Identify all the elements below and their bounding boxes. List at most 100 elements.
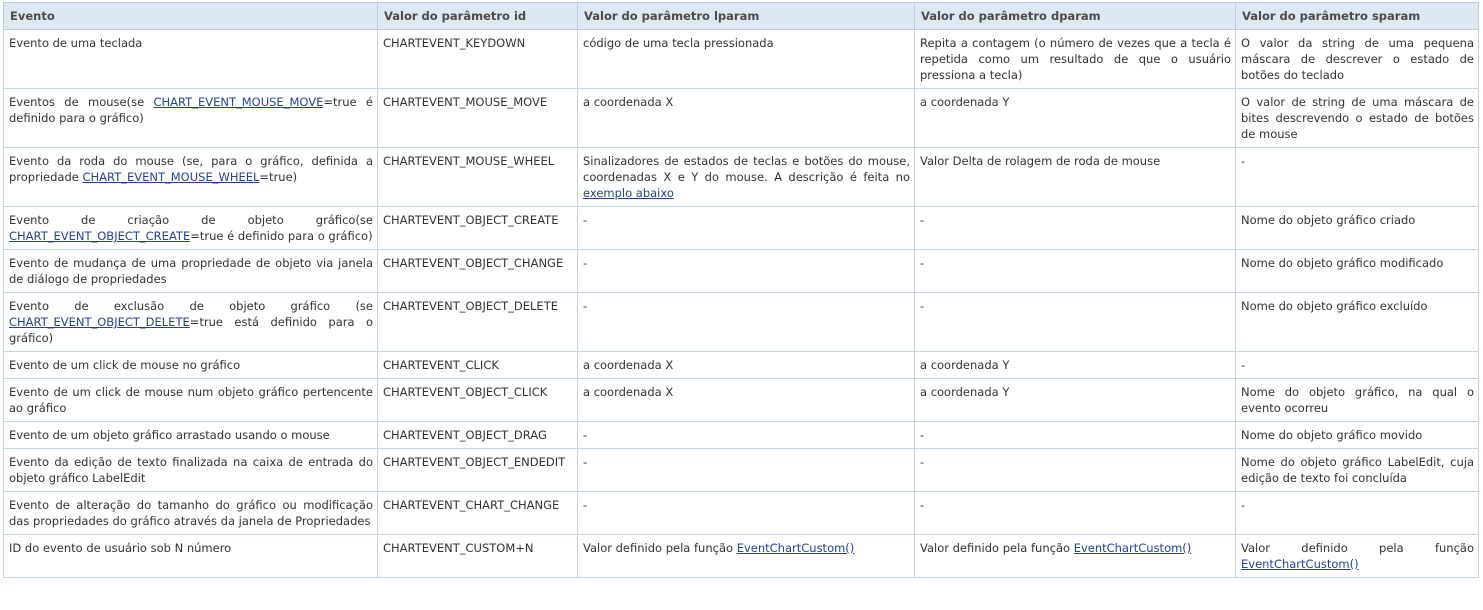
header-evento: Evento: [3, 2, 378, 30]
cell-text: Evento de um click de mouse no gráfico: [9, 358, 241, 372]
cell-text: ID do evento de usuário sob N número: [9, 541, 232, 555]
cell-text: Evento de exclusão de objeto gráfico (se: [9, 299, 373, 313]
table-row: Evento de criação de objeto gráfico(se C…: [3, 206, 1479, 250]
doc-link[interactable]: CHART_EVENT_MOUSE_MOVE: [153, 95, 323, 109]
cell-text: a coordenada X: [583, 358, 674, 372]
cell-dparam: Valor definido pela função EventChartCus…: [914, 534, 1236, 578]
cell-dparam: -: [914, 448, 1236, 492]
cell-lparam: -: [577, 206, 915, 250]
cell-text: Evento de um click de mouse num objeto g…: [9, 385, 373, 415]
doc-link[interactable]: EventChartCustom(): [1074, 541, 1192, 555]
cell-id: CHARTEVENT_MOUSE_MOVE: [377, 88, 578, 148]
cell-text: a coordenada Y: [920, 95, 1010, 109]
doc-link[interactable]: CHART_EVENT_MOUSE_WHEEL: [83, 170, 260, 184]
header-sparam: Valor do parâmetro sparam: [1235, 2, 1479, 30]
header-lparam: Valor do parâmetro lparam: [577, 2, 915, 30]
cell-lparam: -: [577, 491, 915, 535]
doc-link[interactable]: exemplo abaixo: [583, 186, 674, 200]
cell-text: -: [920, 455, 925, 469]
cell-lparam: -: [577, 448, 915, 492]
cell-text: Repita a contagem (o número de vezes que…: [920, 36, 1231, 82]
cell-dparam: -: [914, 292, 1236, 352]
doc-link[interactable]: EventChartCustom(): [1241, 557, 1359, 571]
cell-text: Nome do objeto gráfico LabelEdit, cuja e…: [1241, 455, 1474, 485]
cell-text: -: [920, 498, 925, 512]
cell-text: -: [583, 256, 588, 270]
cell-id: CHARTEVENT_CUSTOM+N: [377, 534, 578, 578]
cell-dparam: -: [914, 491, 1236, 535]
cell-sparam: O valor de string de uma máscara de bite…: [1235, 88, 1479, 148]
cell-text: Valor Delta de rolagem de roda de mouse: [920, 154, 1161, 168]
table-row: Evento de um click de mouse no gráfico CH…: [3, 351, 1479, 379]
cell-sparam: -: [1235, 351, 1479, 379]
cell-dparam: a coordenada Y: [914, 88, 1236, 148]
cell-dparam: -: [914, 421, 1236, 449]
cell-text: Evento da edição de texto finalizada na …: [9, 455, 373, 485]
cell-evento: Evento de exclusão de objeto gráfico (se…: [3, 292, 378, 352]
cell-evento: Evento de um objeto gráfico arrastado us…: [3, 421, 378, 449]
cell-id: CHARTEVENT_KEYDOWN: [377, 29, 578, 89]
cell-lparam: -: [577, 292, 915, 352]
table-row: Evento de um objeto gráfico arrastado us…: [3, 421, 1479, 449]
doc-link[interactable]: EventChartCustom(): [737, 541, 855, 555]
cell-text: -: [583, 299, 588, 313]
cell-id: CHARTEVENT_MOUSE_WHEEL: [377, 147, 578, 207]
cell-text: -: [583, 213, 588, 227]
cell-id: CHARTEVENT_OBJECT_DELETE: [377, 292, 578, 352]
cell-sparam: Nome do objeto gráfico, na qual o evento…: [1235, 378, 1479, 422]
cell-sparam: -: [1235, 491, 1479, 535]
cell-text: -: [583, 455, 588, 469]
cell-lparam: a coordenada X: [577, 351, 915, 379]
cell-sparam: -: [1235, 147, 1479, 207]
cell-text: -: [1241, 154, 1246, 168]
cell-sparam: Nome do objeto gráfico criado: [1235, 206, 1479, 250]
cell-dparam: Valor Delta de rolagem de roda de mouse: [914, 147, 1236, 207]
table-row: Eventos de mouse(se CHART_EVENT_MOUSE_MO…: [3, 88, 1479, 148]
cell-sparam: O valor da string de uma pequena máscara…: [1235, 29, 1479, 89]
cell-sparam: Nome do objeto gráfico modificado: [1235, 249, 1479, 293]
cell-dparam: a coordenada Y: [914, 378, 1236, 422]
cell-text: Nome do objeto gráfico modificado: [1241, 256, 1444, 270]
cell-id: CHARTEVENT_OBJECT_ENDEDIT: [377, 448, 578, 492]
header-row: Evento Valor do parâmetro id Valor do pa…: [3, 2, 1479, 30]
table-row: Evento de uma teclada CHARTEVENT_KEYDOWN c…: [3, 29, 1479, 89]
doc-link[interactable]: CHART_EVENT_OBJECT_DELETE: [9, 315, 190, 329]
cell-text: Valor definido pela função: [1241, 541, 1474, 555]
cell-dparam: -: [914, 249, 1236, 293]
cell-text: O valor de string de uma máscara de bite…: [1241, 95, 1474, 141]
cell-evento: Eventos de mouse(se CHART_EVENT_MOUSE_MO…: [3, 88, 378, 148]
cell-text: a coordenada Y: [920, 358, 1010, 372]
cell-lparam: código de uma tecla pressionada: [577, 29, 915, 89]
cell-text: a coordenada Y: [920, 385, 1010, 399]
cell-id: CHARTEVENT_OBJECT_DRAG: [377, 421, 578, 449]
cell-text: Nome do objeto gráfico, na qual o evento…: [1241, 385, 1474, 415]
cell-id: CHARTEVENT_OBJECT_CREATE: [377, 206, 578, 250]
cell-text: Evento de um objeto gráfico arrastado us…: [9, 428, 330, 442]
cell-text: Nome do objeto gráfico movido: [1241, 428, 1423, 442]
doc-link[interactable]: CHART_EVENT_OBJECT_CREATE: [9, 229, 190, 243]
cell-lparam: Sinalizadores de estados de teclas e bot…: [577, 147, 915, 207]
cell-lparam: a coordenada X: [577, 88, 915, 148]
cell-text: Evento de mudança de uma propriedade de …: [9, 256, 373, 286]
cell-evento: Evento da roda do mouse (se, para o gráf…: [3, 147, 378, 207]
cell-text: Valor definido pela função: [583, 541, 737, 555]
cell-lparam: Valor definido pela função EventChartCus…: [577, 534, 915, 578]
cell-id: CHARTEVENT_OBJECT_CLICK: [377, 378, 578, 422]
cell-text: -: [920, 213, 925, 227]
cell-text: O valor da string de uma pequena máscara…: [1241, 36, 1474, 82]
cell-text: -: [920, 299, 925, 313]
cell-text: Evento de uma teclada: [9, 36, 143, 50]
cell-evento: ID do evento de usuário sob N número: [3, 534, 378, 578]
table-row: Evento de alteração do tamanho do gráfic…: [3, 491, 1479, 535]
table-body: Evento de uma teclada CHARTEVENT_KEYDOWN c…: [3, 29, 1479, 578]
table-row: ID do evento de usuário sob N número CHAR…: [3, 534, 1479, 578]
cell-evento: Evento da edição de texto finalizada na …: [3, 448, 378, 492]
cell-id: CHARTEVENT_CHART_CHANGE: [377, 491, 578, 535]
table-row: Evento de mudança de uma propriedade de …: [3, 249, 1479, 293]
header-dparam: Valor do parâmetro dparam: [914, 2, 1236, 30]
cell-evento: Evento de uma teclada: [3, 29, 378, 89]
cell-text: Valor definido pela função: [920, 541, 1074, 555]
cell-evento: Evento de um click de mouse num objeto g…: [3, 378, 378, 422]
table-row: Evento da edição de texto finalizada na …: [3, 448, 1479, 492]
cell-text: a coordenada X: [583, 385, 674, 399]
